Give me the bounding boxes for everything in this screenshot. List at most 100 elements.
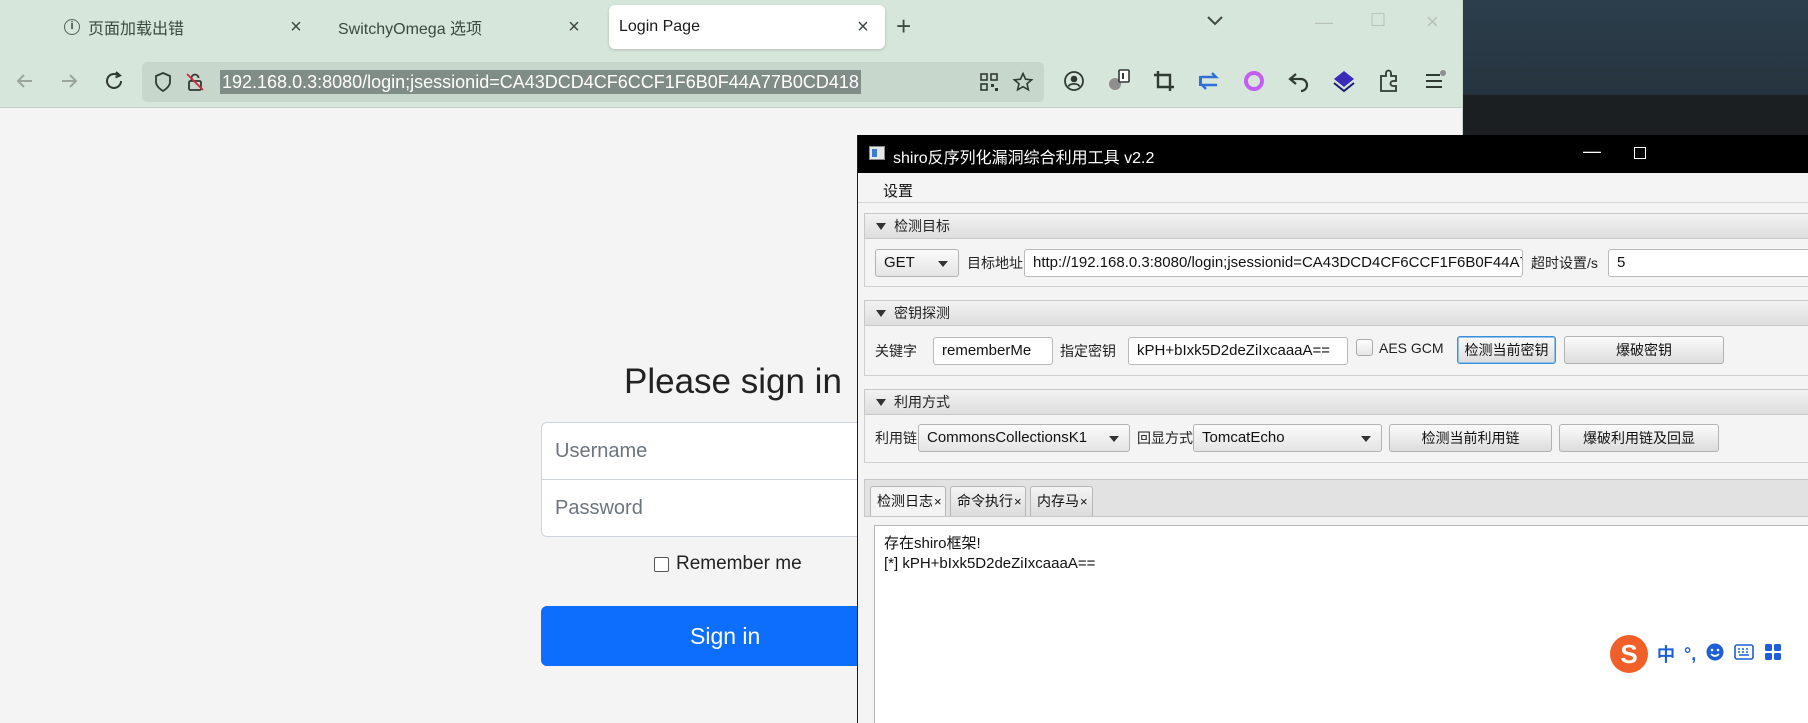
exploit-body: 利用链 CommonsCollectionsK1 回显方式 TomcatEcho… (864, 415, 1808, 463)
bookmark-star-icon[interactable] (1012, 71, 1034, 93)
page-title: Please sign in (624, 362, 842, 401)
gadget-chain-label: 利用链 (875, 430, 917, 446)
proxy-switch-icon[interactable] (1195, 67, 1223, 95)
section-title: 密钥探测 (894, 305, 950, 321)
maximize-button[interactable]: ☐ (1370, 10, 1386, 31)
extension-manager-icon[interactable] (1105, 67, 1133, 95)
username-input[interactable]: Username (541, 422, 881, 480)
qr-code-icon[interactable] (978, 71, 1000, 93)
timeout-input[interactable]: 5 (1608, 249, 1808, 277)
undo-icon[interactable] (1285, 67, 1313, 95)
section-title: 利用方式 (894, 394, 950, 410)
tool-title: shiro反序列化漏洞综合利用工具 v2.2 (893, 150, 1155, 167)
tool-tab-bar: 检测日志× 命令执行× 内存马× (864, 479, 1808, 517)
http-method-select[interactable]: GET (875, 249, 959, 277)
timeout-label: 超时设置/s (1531, 255, 1598, 271)
keyword-label: 关键字 (875, 343, 917, 359)
echo-method-value: TomcatEcho (1202, 429, 1285, 446)
tab-switchyomega-options[interactable]: SwitchyOmega 选项 × (320, 5, 596, 49)
close-icon[interactable]: × (1080, 494, 1088, 509)
remember-me-checkbox[interactable]: Remember me (654, 553, 802, 575)
list-all-tabs-button[interactable] (1206, 14, 1224, 30)
tab-strip: i 页面加载出错 × SwitchyOmega 选项 × Login Page … (0, 0, 1462, 54)
minimize-button[interactable]: — (1315, 12, 1333, 33)
menu-icon[interactable] (1420, 67, 1448, 95)
ime-punctuation-toggle[interactable]: °, (1684, 644, 1696, 665)
echo-method-label: 回显方式 (1137, 430, 1193, 446)
url-bar[interactable]: 192.168.0.3:8080/login;jsessionid=CA43DC… (142, 62, 1044, 102)
crop-icon[interactable] (1150, 67, 1178, 95)
close-icon[interactable]: × (853, 16, 873, 39)
reload-button[interactable] (101, 68, 127, 94)
collapse-triangle-icon[interactable] (876, 399, 886, 406)
http-method-value: GET (884, 254, 915, 271)
keyboard-icon[interactable] (1734, 643, 1755, 665)
sogou-logo-icon[interactable]: S (1610, 635, 1648, 673)
section-key-detect[interactable]: 密钥探测 (864, 300, 1808, 326)
tab-page-load-error[interactable]: i 页面加载出错 × (6, 5, 318, 49)
tab-detection-log[interactable]: 检测日志× (870, 486, 946, 516)
detect-target-body: GET 目标地址 http://192.168.0.3:8080/login;j… (864, 239, 1808, 287)
forward-button[interactable] (56, 68, 82, 94)
shield-icon[interactable] (152, 71, 174, 93)
specified-key-input[interactable]: kPH+bIxk5D2deZiIxcaaaA== (1128, 337, 1348, 365)
collapse-triangle-icon[interactable] (876, 310, 886, 317)
tab-login-page[interactable]: Login Page × (609, 5, 885, 49)
brute-force-chain-button[interactable]: 爆破利用链及回显 (1559, 424, 1719, 452)
tab-memory-shell[interactable]: 内存马× (1030, 486, 1093, 516)
chevron-down-icon (1109, 436, 1119, 442)
emoji-icon[interactable] (1705, 642, 1725, 667)
close-window-button[interactable]: × (1426, 9, 1439, 35)
tab-label: SwitchyOmega 选项 (338, 21, 483, 38)
section-detect-target[interactable]: 检测目标 (864, 213, 1808, 239)
new-tab-button[interactable]: + (896, 13, 911, 39)
check-current-key-button[interactable]: 检测当前密钥 (1457, 336, 1556, 364)
tool-menubar: 设置 (858, 173, 1808, 203)
echo-method-select[interactable]: TomcatEcho (1193, 424, 1382, 452)
navigation-toolbar: 192.168.0.3:8080/login;jsessionid=CA43DC… (0, 54, 1462, 108)
close-icon[interactable]: × (934, 494, 942, 509)
tab-label: 检测日志 (877, 493, 933, 509)
close-icon[interactable]: × (1014, 494, 1022, 509)
chevron-down-icon (938, 261, 948, 267)
log-line: [*] kPH+bIxk5D2deZiIxcaaaA== (884, 555, 1096, 572)
info-icon: i (64, 19, 80, 35)
sign-in-button[interactable]: Sign in (541, 606, 881, 666)
close-icon[interactable]: × (564, 16, 584, 39)
toolbox-icon[interactable] (1763, 642, 1783, 667)
chevron-down-icon (1361, 436, 1371, 442)
ring-extension-icon[interactable] (1240, 67, 1268, 95)
brute-force-key-button[interactable]: 爆破密钥 (1564, 336, 1724, 364)
target-url-input[interactable]: http://192.168.0.3:8080/login;jsessionid… (1024, 249, 1523, 277)
account-icon[interactable] (1060, 67, 1088, 95)
target-url-label: 目标地址 (967, 255, 1023, 271)
ime-mode-toggle[interactable]: 中 (1657, 641, 1675, 667)
insecure-lock-icon[interactable] (184, 71, 206, 93)
log-line: 存在shiro框架! (884, 535, 981, 552)
tab-command-exec[interactable]: 命令执行× (950, 486, 1026, 516)
back-button[interactable] (12, 68, 38, 94)
minimize-button[interactable]: — (1583, 141, 1601, 162)
layers-icon[interactable] (1330, 67, 1358, 95)
tab-label: 命令执行 (957, 493, 1013, 509)
tab-label: 页面加载出错 (88, 21, 185, 38)
log-output-area[interactable]: 存在shiro框架! [*] kPH+bIxk5D2deZiIxcaaaA== (874, 525, 1808, 723)
password-input[interactable]: Password (541, 479, 881, 537)
close-icon[interactable]: × (286, 16, 306, 39)
section-exploit-method[interactable]: 利用方式 (864, 389, 1808, 415)
check-current-chain-button[interactable]: 检测当前利用链 (1389, 424, 1552, 452)
checkbox-box[interactable] (654, 556, 669, 572)
keyword-input[interactable]: rememberMe (933, 337, 1053, 365)
ime-toolbar: S 中 °, (1610, 633, 1808, 675)
tool-titlebar: shiro反序列化漏洞综合利用工具 v2.2 — (858, 135, 1808, 173)
aes-gcm-label: AES GCM (1379, 340, 1444, 356)
menu-settings[interactable]: 设置 (883, 180, 913, 201)
app-icon (869, 146, 885, 160)
extensions-puzzle-icon[interactable] (1375, 67, 1403, 95)
url-text[interactable]: 192.168.0.3:8080/login;jsessionid=CA43DC… (220, 70, 861, 94)
collapse-triangle-icon[interactable] (876, 223, 886, 230)
maximize-button[interactable] (1634, 147, 1646, 159)
gadget-chain-select[interactable]: CommonsCollectionsK1 (918, 424, 1130, 452)
aes-gcm-checkbox[interactable] (1356, 339, 1373, 356)
tab-label: 内存马 (1037, 493, 1079, 509)
